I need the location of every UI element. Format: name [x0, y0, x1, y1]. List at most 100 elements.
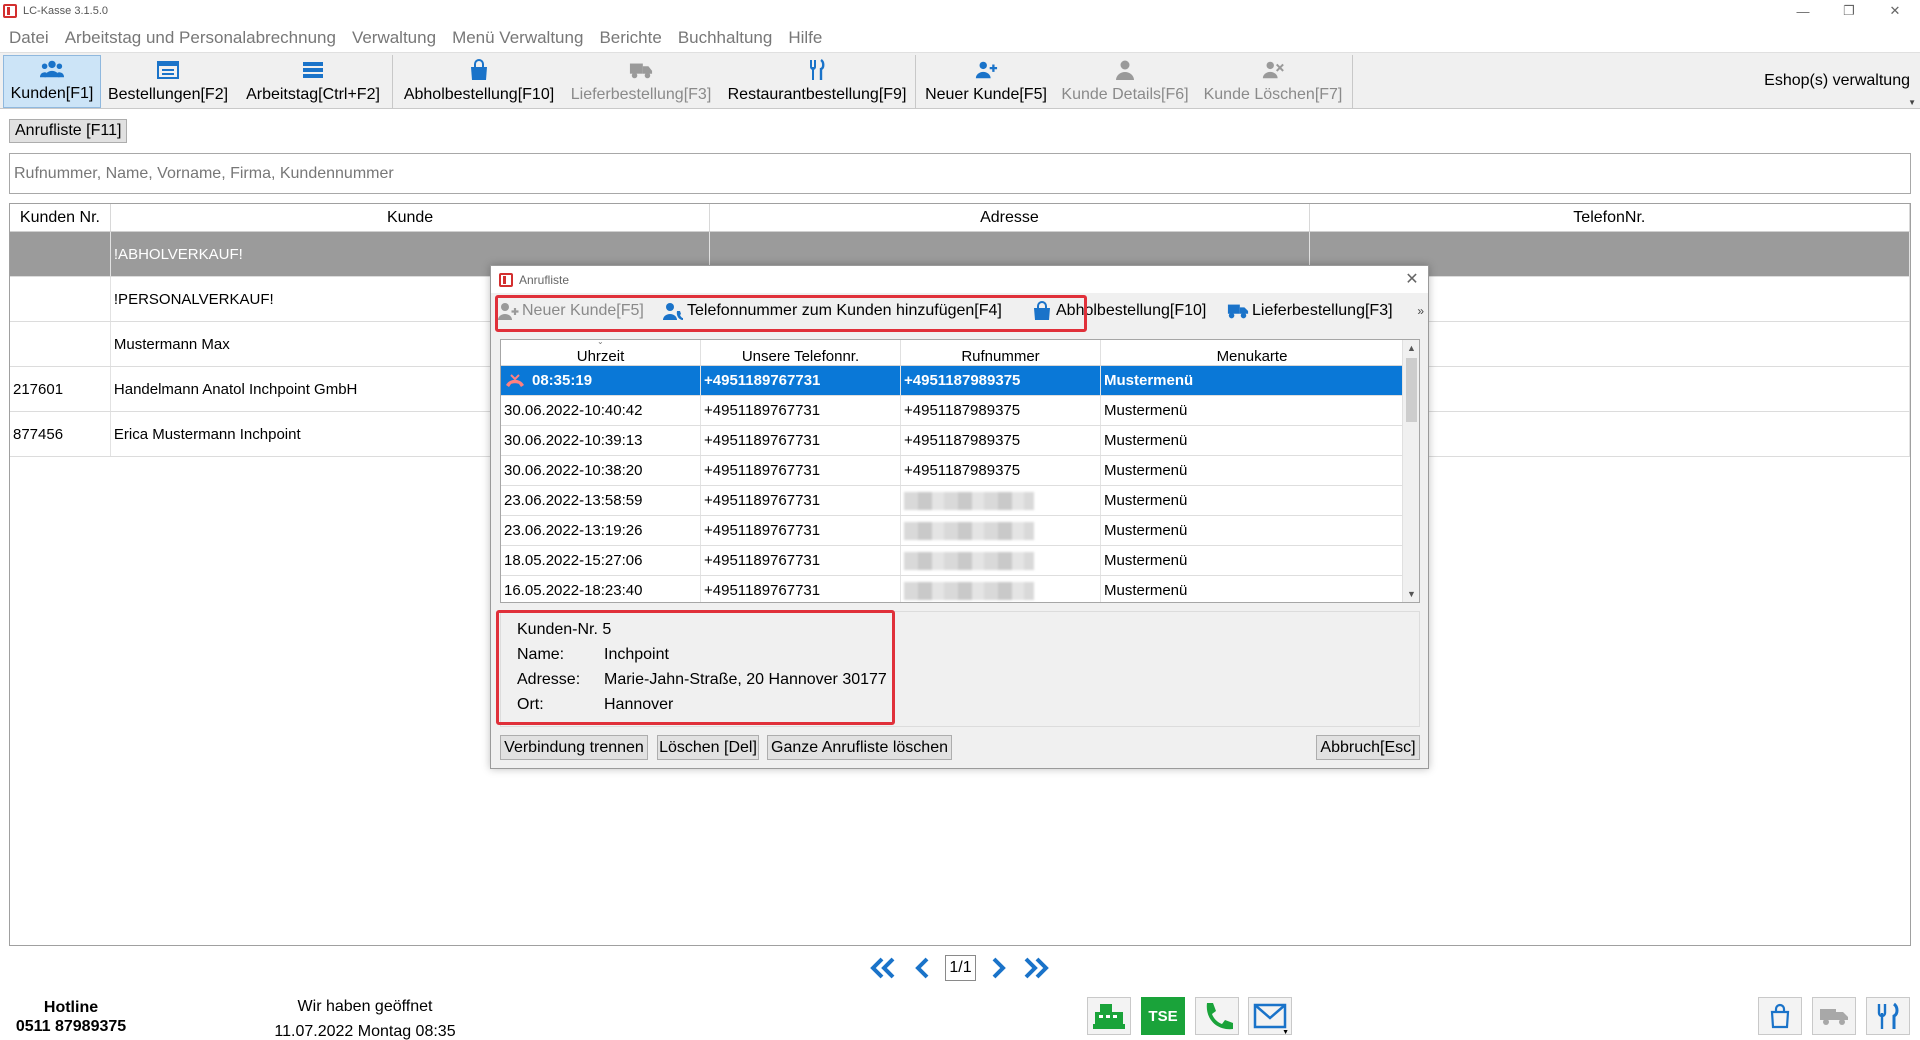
- mail-button[interactable]: ▼: [1248, 997, 1292, 1036]
- close-icon[interactable]: ✕: [1402, 269, 1422, 289]
- scroll-up-icon[interactable]: ▲: [1403, 340, 1419, 356]
- column-header-rufnummer[interactable]: Rufnummer: [901, 340, 1101, 365]
- menu-datei[interactable]: Datei: [9, 28, 49, 48]
- cell-uhrzeit: 30.06.2022-10:38:20: [501, 456, 701, 485]
- lieferbestellung-label: Lieferbestellung[F3]: [570, 86, 712, 103]
- call-list-body: 08:35:19 +4951189767731 +4951187989375 M…: [501, 366, 1404, 602]
- app-icon: [3, 4, 17, 18]
- table-row[interactable]: 16.05.2022-18:23:40 +4951189767731 Muste…: [501, 576, 1404, 602]
- dialog-title: Anrufliste: [519, 272, 570, 287]
- customer-search-input[interactable]: [9, 153, 1911, 194]
- shopping-bag-icon: [1770, 1003, 1790, 1029]
- cell-unsere-telefonnr: +4951189767731: [701, 576, 901, 602]
- cell-rufnummer-redacted: [901, 486, 1101, 515]
- table-row[interactable]: 18.05.2022-15:27:06 +4951189767731 Muste…: [501, 546, 1404, 576]
- table-row[interactable]: 30.06.2022-10:39:13 +4951189767731 +4951…: [501, 426, 1404, 456]
- neuer-kunde-button[interactable]: Neuer Kunde[F5]: [922, 55, 1050, 108]
- cell-unsere-telefonnr: +4951189767731: [701, 396, 901, 425]
- cell-menukarte: Mustermenü: [1101, 546, 1404, 575]
- anrufliste-button[interactable]: Anrufliste [F11]: [9, 119, 128, 143]
- toolbar-separator: [392, 55, 393, 109]
- restaurant-shortcut-button[interactable]: [1866, 997, 1910, 1035]
- kunden-button[interactable]: Kunden[F1]: [3, 55, 101, 108]
- kunde-details-button[interactable]: Kunde Details[F6]: [1058, 55, 1192, 108]
- cell-uhrzeit: 30.06.2022-10:39:13: [501, 426, 701, 455]
- cell-nr: [10, 232, 111, 276]
- tse-button[interactable]: TSE: [1141, 997, 1185, 1035]
- column-header-unsere-telefonnr[interactable]: Unsere Telefonnr.: [701, 340, 901, 365]
- menu-arbeitstag[interactable]: Arbeitstag und Personalabrechnung: [65, 28, 336, 48]
- open-status-text: Wir haben geöffnet: [297, 998, 433, 1015]
- table-row[interactable]: 30.06.2022-10:38:20 +4951189767731 +4951…: [501, 456, 1404, 486]
- table-row[interactable]: 08:35:19 +4951189767731 +4951187989375 M…: [501, 366, 1404, 396]
- lieferbestellung-button[interactable]: Lieferbestellung[F3]: [568, 55, 714, 108]
- hotline-number: 0511 87989375: [15, 1018, 127, 1035]
- neuer-kunde-label: Neuer Kunde[F5]: [925, 86, 1047, 103]
- fork-knife-icon: [1877, 1002, 1899, 1029]
- column-header-adresse[interactable]: Adresse: [710, 204, 1310, 231]
- main-toolbar: Kunden[F1] Bestellungen[F2] Arbeitstag[C…: [0, 52, 1920, 109]
- table-row[interactable]: 23.06.2022-13:19:26 +4951189767731 Muste…: [501, 516, 1404, 546]
- cell-menukarte: Mustermenü: [1101, 456, 1404, 485]
- double-chevron-left-icon: [870, 957, 895, 979]
- previous-page-button[interactable]: [908, 954, 936, 982]
- delete-user-icon: [1261, 59, 1285, 81]
- verbindung-trennen-button[interactable]: Verbindung trennen: [500, 735, 648, 760]
- restore-button[interactable]: ❐: [1826, 0, 1872, 22]
- cell-unsere-telefonnr: +4951189767731: [701, 366, 901, 395]
- sort-indicator-icon: ⌄: [597, 339, 604, 346]
- eshop-verwaltung-button[interactable]: Eshop(s) verwaltung: [1764, 72, 1910, 90]
- arbeitstag-label: Arbeitstag[Ctrl+F2]: [246, 86, 380, 103]
- column-header-menukarte[interactable]: Menukarte: [1101, 340, 1404, 365]
- anrufliste-dialog: Anrufliste ✕ Neuer Kunde[F5] Telefonnumm…: [490, 265, 1429, 769]
- scroll-down-icon[interactable]: ▼: [1403, 586, 1419, 602]
- abholbestellung-button[interactable]: Abholbestellung[F10]: [402, 55, 556, 108]
- bestellungen-button[interactable]: Bestellungen[F2]: [106, 55, 230, 108]
- menu-verwaltung[interactable]: Verwaltung: [352, 28, 436, 48]
- table-row[interactable]: 23.06.2022-13:58:59 +4951189767731 Muste…: [501, 486, 1404, 516]
- cell-menukarte: Mustermenü: [1101, 396, 1404, 425]
- vertical-scrollbar[interactable]: ▲ ▼: [1402, 340, 1419, 602]
- phone-button[interactable]: [1195, 997, 1239, 1035]
- column-header-kunde[interactable]: Kunde: [111, 204, 711, 231]
- envelope-icon: [1253, 1003, 1287, 1029]
- last-page-button[interactable]: [1022, 954, 1050, 982]
- scrollbar-thumb[interactable]: [1406, 358, 1417, 422]
- dialog-lieferbestellung-button[interactable]: Lieferbestellung[F3]: [1227, 299, 1393, 323]
- column-header-uhrzeit[interactable]: ⌄ Uhrzeit: [501, 340, 701, 365]
- user-icon: [1113, 59, 1137, 81]
- restaurantbestellung-button[interactable]: Restaurantbestellung[F9]: [726, 55, 908, 108]
- menu-buchhaltung[interactable]: Buchhaltung: [678, 28, 773, 48]
- ganze-anrufliste-loeschen-button[interactable]: Ganze Anrufliste löschen: [767, 735, 952, 760]
- cash-register-icon: [1093, 1004, 1125, 1029]
- call-list-table: ⌄ Uhrzeit Unsere Telefonnr. Rufnummer Me…: [500, 339, 1420, 603]
- current-datetime: 11.07.2022 Montag 08:35: [274, 1023, 456, 1040]
- next-page-button[interactable]: [985, 954, 1013, 982]
- customers-icon: [40, 58, 64, 80]
- toolbar-separator: [915, 55, 916, 109]
- truck-icon: [629, 59, 653, 81]
- kunde-loeschen-button[interactable]: Kunde Löschen[F7]: [1200, 55, 1346, 108]
- column-header-kunden-nr[interactable]: Kunden Nr.: [10, 204, 111, 231]
- table-row[interactable]: 30.06.2022-10:40:42 +4951189767731 +4951…: [501, 396, 1404, 426]
- menu-hilfe[interactable]: Hilfe: [788, 28, 822, 48]
- cell-menukarte: Mustermenü: [1101, 366, 1404, 395]
- chevron-right-icon: [992, 957, 1006, 979]
- close-window-button[interactable]: ✕: [1872, 0, 1918, 22]
- cash-register-button[interactable]: [1087, 997, 1131, 1035]
- dropdown-arrow-icon[interactable]: ▼: [1908, 98, 1916, 107]
- column-header-telefon[interactable]: TelefonNr.: [1310, 204, 1910, 231]
- loeschen-button[interactable]: Löschen [Del]: [657, 735, 759, 760]
- arbeitstag-button[interactable]: Arbeitstag[Ctrl+F2]: [242, 55, 384, 108]
- delivery-shortcut-button[interactable]: [1812, 997, 1856, 1035]
- pickup-shortcut-button[interactable]: [1758, 997, 1802, 1035]
- menu-menue-verwaltung[interactable]: Menü Verwaltung: [452, 28, 583, 48]
- missed-call-icon: [506, 373, 524, 387]
- minimize-button[interactable]: —: [1780, 0, 1826, 22]
- menu-berichte[interactable]: Berichte: [599, 28, 661, 48]
- fork-knife-icon: [805, 59, 829, 81]
- first-page-button[interactable]: [869, 954, 897, 982]
- cell-rufnummer: +4951187989375: [901, 456, 1101, 485]
- abbruch-button[interactable]: Abbruch[Esc]: [1316, 735, 1420, 760]
- toolbar-overflow-button[interactable]: »: [1417, 304, 1424, 318]
